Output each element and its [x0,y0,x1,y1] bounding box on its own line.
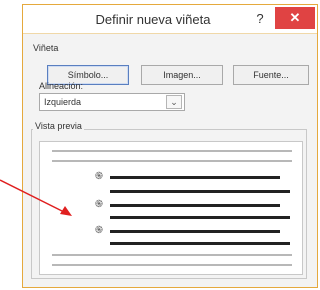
preview-bullet-line [110,242,290,245]
help-button[interactable]: ? [251,9,269,29]
eye-bullet-icon: ֍ [94,199,104,210]
eye-bullet-icon: ֍ [94,225,104,236]
preview-bullet-line [110,190,290,193]
red-arrow-icon [0,179,72,216]
font-button[interactable]: Fuente... [233,65,309,85]
annotation-arrow-line [0,179,65,213]
dialog-title: Definir nueva viñeta [95,12,211,27]
preview-line [52,264,292,266]
preview-bullet-line [110,216,290,219]
close-button[interactable]: ✕ [275,7,315,29]
preview-line [52,254,292,256]
eye-bullet-icon: ֍ [94,171,104,182]
preview-bullet-line [110,230,280,233]
chevron-down-icon[interactable]: ⌄ [166,95,182,109]
preview-bullet-line [110,204,280,207]
preview-bullet-line [110,176,280,179]
image-button[interactable]: Imagen... [141,65,223,85]
